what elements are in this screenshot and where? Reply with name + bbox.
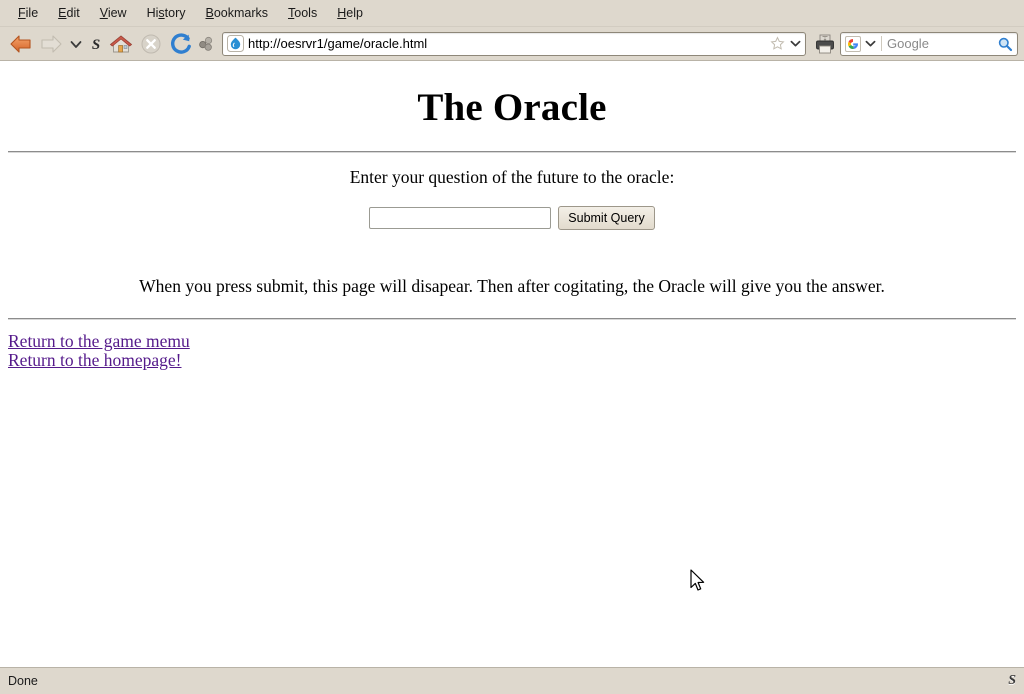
page-content: The Oracle Enter your question of the fu… bbox=[0, 61, 1024, 667]
menu-history-post: tory bbox=[164, 6, 186, 20]
menu-edit-key: E bbox=[58, 6, 67, 20]
back-button[interactable] bbox=[6, 30, 36, 58]
history-dropdown-button[interactable] bbox=[66, 30, 86, 58]
menu-item-file[interactable]: File bbox=[8, 4, 48, 22]
forward-button[interactable] bbox=[36, 30, 66, 58]
magnifier-icon[interactable] bbox=[995, 34, 1015, 54]
scrapbook-s-icon[interactable]: S bbox=[1008, 673, 1016, 689]
status-text: Done bbox=[8, 674, 38, 688]
reload-icon[interactable] bbox=[166, 30, 196, 58]
url-chevron-down-icon[interactable] bbox=[787, 34, 803, 54]
mouse-cursor bbox=[689, 569, 707, 594]
menu-edit-post: dit bbox=[66, 6, 80, 20]
molecule-cluster-icon[interactable] bbox=[196, 30, 216, 58]
page-title: The Oracle bbox=[417, 86, 607, 129]
menu-item-view[interactable]: View bbox=[90, 4, 137, 22]
search-chevron-down-icon[interactable] bbox=[862, 34, 878, 54]
bookmark-star-icon[interactable] bbox=[767, 34, 787, 54]
query-form: Submit Query bbox=[0, 206, 1024, 230]
menu-help-post: elp bbox=[346, 6, 363, 20]
menu-file-key: F bbox=[18, 6, 26, 20]
navigation-toolbar: S http://oesrvr1/game/oracle.html Google bbox=[0, 27, 1024, 61]
menu-file-post: ile bbox=[25, 6, 39, 20]
status-bar: Done S bbox=[0, 667, 1024, 694]
divider-bottom bbox=[8, 318, 1016, 320]
url-text: http://oesrvr1/game/oracle.html bbox=[248, 36, 428, 51]
drupal-droplet-favicon bbox=[226, 35, 244, 53]
menu-tools-post: ools bbox=[294, 6, 318, 20]
navigation-links: Return to the game memu Return to the ho… bbox=[8, 332, 1024, 370]
menu-item-history[interactable]: History bbox=[137, 4, 196, 22]
submit-query-button[interactable]: Submit Query bbox=[558, 206, 655, 230]
search-bar[interactable]: Google bbox=[840, 31, 1018, 56]
menu-item-tools[interactable]: Tools bbox=[278, 4, 327, 22]
printer-icon[interactable] bbox=[810, 30, 840, 58]
divider-top bbox=[8, 151, 1016, 153]
menu-help-key: H bbox=[337, 6, 347, 20]
menu-item-bookmarks[interactable]: Bookmarks bbox=[196, 4, 279, 22]
menu-history-pre: Hi bbox=[146, 6, 159, 20]
menu-view-key: V bbox=[99, 6, 108, 20]
home-icon[interactable] bbox=[106, 30, 136, 58]
search-input[interactable]: Google bbox=[881, 36, 995, 51]
url-bar[interactable]: http://oesrvr1/game/oracle.html bbox=[222, 31, 806, 56]
link-return-to-homepage[interactable]: Return to the homepage! bbox=[8, 351, 182, 370]
svg-text:S: S bbox=[92, 37, 100, 53]
stop-icon bbox=[136, 30, 166, 58]
note-text: When you press submit, this page will di… bbox=[139, 276, 885, 296]
link-return-to-game-menu[interactable]: Return to the game memu bbox=[8, 332, 190, 351]
scrapbook-icon[interactable]: S bbox=[86, 30, 106, 58]
prompt-text: Enter your question of the future to the… bbox=[349, 167, 675, 187]
menu-bookmarks-key: B bbox=[205, 6, 214, 20]
google-logo-icon[interactable] bbox=[844, 35, 862, 53]
menu-bookmarks-post: ookmarks bbox=[213, 6, 269, 20]
menu-view-post: iew bbox=[107, 6, 127, 20]
menu-item-help[interactable]: Help bbox=[327, 4, 373, 22]
menu-bar: File Edit View History Bookmarks Tools H… bbox=[0, 0, 1024, 27]
query-input[interactable] bbox=[369, 207, 552, 229]
menu-item-edit[interactable]: Edit bbox=[48, 4, 90, 22]
browser-window: File Edit View History Bookmarks Tools H… bbox=[0, 0, 1024, 694]
